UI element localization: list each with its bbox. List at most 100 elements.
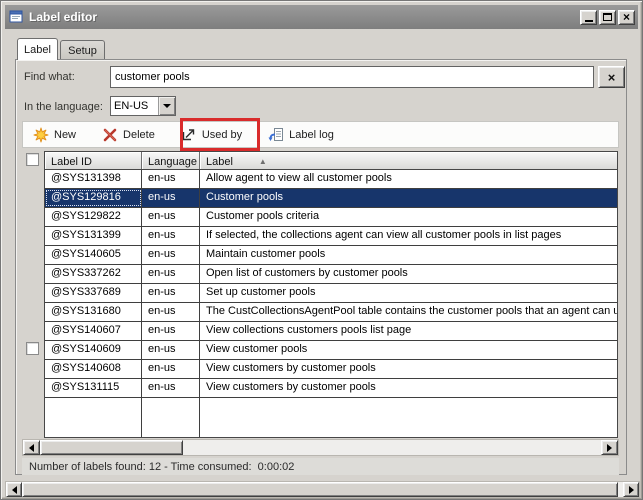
cell-label-text[interactable]: View customers by customer pools — [200, 360, 617, 378]
cell-label-id[interactable]: @SYS131398 — [45, 170, 142, 188]
table-row[interactable]: @SYS129816 en-us Customer pools — [45, 189, 617, 208]
tab-label[interactable]: Label — [17, 38, 58, 60]
cell-language[interactable]: en-us — [142, 303, 200, 321]
language-value: EN-US — [111, 97, 158, 115]
cell-label-id[interactable]: @SYS140608 — [45, 360, 142, 378]
grid-scroll-left-button[interactable] — [23, 440, 40, 455]
used-by-arrow-icon — [181, 127, 197, 143]
column-header-label-id[interactable]: Label ID — [45, 152, 142, 169]
table-row[interactable]: @SYS337689 en-us Set up customer pools — [45, 284, 617, 303]
status-bar: Number of labels found: 12 - Time consum… — [22, 458, 619, 475]
minimize-icon — [585, 20, 593, 22]
cell-language[interactable]: en-us — [142, 227, 200, 245]
window-form-icon — [8, 9, 24, 25]
label-log-icon — [268, 127, 284, 143]
window-horizontal-scrollbar[interactable] — [5, 481, 640, 498]
cell-language[interactable]: en-us — [142, 208, 200, 226]
cell-label-text[interactable]: View customer pools — [200, 341, 617, 359]
grid-header: Label ID Language Label ▲ — [45, 152, 617, 170]
cell-language[interactable]: en-us — [142, 265, 200, 283]
cell-label-text[interactable]: Customer pools — [200, 189, 617, 207]
grid-scrollbar-thumb[interactable] — [40, 440, 183, 455]
cell-label-id[interactable]: @SYS140605 — [45, 246, 142, 264]
table-row[interactable]: @SYS337262 en-us Open list of customers … — [45, 265, 617, 284]
language-dropdown-button[interactable] — [158, 97, 175, 115]
arrow-right-icon — [607, 444, 612, 452]
find-what-input[interactable] — [110, 66, 594, 88]
table-row[interactable]: @SYS140607 en-us View collections custom… — [45, 322, 617, 341]
clear-search-button[interactable]: × — [598, 66, 625, 88]
cell-label-id[interactable]: @SYS140607 — [45, 322, 142, 340]
select-all-checkbox[interactable] — [26, 153, 39, 166]
window-scrollbar-thumb[interactable] — [22, 482, 618, 497]
table-row[interactable]: @SYS131115 en-us View customers by custo… — [45, 379, 617, 398]
minimize-button[interactable] — [580, 10, 597, 25]
cell-label-text[interactable]: Allow agent to view all customer pools — [200, 170, 617, 188]
cell-label-id[interactable]: @SYS129822 — [45, 208, 142, 226]
table-row[interactable]: @SYS129822 en-us Customer pools criteria — [45, 208, 617, 227]
find-what-label: Find what: — [24, 71, 75, 83]
cell-label-text[interactable]: Customer pools criteria — [200, 208, 617, 226]
cell-label-id[interactable]: @SYS337262 — [45, 265, 142, 283]
cell-language[interactable]: en-us — [142, 170, 200, 188]
column-header-label[interactable]: Label ▲ — [200, 152, 617, 169]
language-combobox[interactable]: EN-US — [110, 96, 176, 116]
cell-language[interactable]: en-us — [142, 322, 200, 340]
toolbar: New Delete Used by — [22, 121, 619, 148]
table-row[interactable]: @SYS131399 en-us If selected, the collec… — [45, 227, 617, 246]
cell-label-id[interactable]: @SYS131115 — [45, 379, 142, 397]
arrow-left-icon — [12, 486, 17, 494]
table-row[interactable]: @SYS140608 en-us View customers by custo… — [45, 360, 617, 379]
cell-label-text[interactable]: View customers by customer pools — [200, 379, 617, 397]
cell-label-id[interactable]: @SYS129816 — [45, 189, 142, 207]
window-scroll-right-button[interactable] — [623, 482, 639, 497]
arrow-right-icon — [629, 486, 634, 494]
maximize-button[interactable] — [599, 10, 616, 25]
cell-language[interactable]: en-us — [142, 284, 200, 302]
label-tab-page: Find what: × In the language: EN-US New — [15, 59, 627, 475]
grid-horizontal-scrollbar[interactable] — [22, 439, 619, 456]
delete-button[interactable]: Delete — [102, 127, 155, 143]
table-row[interactable]: @SYS131680 en-us The CustCollectionsAgen… — [45, 303, 617, 322]
maximize-icon — [603, 13, 612, 21]
window-scroll-left-button[interactable] — [6, 482, 22, 497]
cell-label-text[interactable]: Set up customer pools — [200, 284, 617, 302]
table-row[interactable]: @SYS140605 en-us Maintain customer pools — [45, 246, 617, 265]
new-button[interactable]: New — [33, 127, 76, 143]
column-header-language[interactable]: Language — [142, 152, 200, 169]
close-button[interactable]: × — [618, 10, 635, 25]
cell-language[interactable]: en-us — [142, 360, 200, 378]
status-text: Number of labels found: 12 - Time consum… — [29, 461, 294, 473]
labels-grid: Label ID Language Label ▲ @SYS131398 en-… — [44, 151, 618, 438]
cell-label-id[interactable]: @SYS337689 — [45, 284, 142, 302]
cell-language[interactable]: en-us — [142, 341, 200, 359]
cell-label-id[interactable]: @SYS140609 — [45, 341, 142, 359]
cell-label-text[interactable]: Open list of customers by customer pools — [200, 265, 617, 283]
cell-language[interactable]: en-us — [142, 189, 200, 207]
grid-empty-area — [45, 398, 617, 437]
used-by-button[interactable]: Used by — [181, 127, 242, 143]
table-row[interactable]: @SYS131398 en-us Allow agent to view all… — [45, 170, 617, 189]
window-title: Label editor — [29, 10, 578, 24]
grid-scroll-right-button[interactable] — [601, 440, 618, 455]
cell-label-text[interactable]: Maintain customer pools — [200, 246, 617, 264]
cell-label-id[interactable]: @SYS131680 — [45, 303, 142, 321]
arrow-left-icon — [29, 444, 34, 452]
cell-language[interactable]: en-us — [142, 246, 200, 264]
cell-label-text[interactable]: View collections customers pools list pa… — [200, 322, 617, 340]
cell-label-text[interactable]: If selected, the collections agent can v… — [200, 227, 617, 245]
table-row[interactable]: @SYS140609 en-us View customer pools — [45, 341, 617, 360]
row-marker-checkbox[interactable] — [26, 342, 39, 355]
cell-label-id[interactable]: @SYS131399 — [45, 227, 142, 245]
clear-x-icon: × — [608, 70, 616, 85]
language-label: In the language: — [24, 101, 103, 113]
grid-body: @SYS131398 en-us Allow agent to view all… — [45, 170, 617, 437]
delete-x-icon — [102, 127, 118, 143]
label-editor-window: Label editor × Label Setup Find what: × … — [0, 0, 643, 500]
tab-setup[interactable]: Setup — [60, 40, 105, 60]
cell-language[interactable]: en-us — [142, 379, 200, 397]
title-bar[interactable]: Label editor × — [5, 5, 638, 29]
new-star-icon — [33, 127, 49, 143]
cell-label-text[interactable]: The CustCollectionsAgentPool table conta… — [200, 303, 617, 321]
label-log-button[interactable]: Label log — [268, 127, 334, 143]
